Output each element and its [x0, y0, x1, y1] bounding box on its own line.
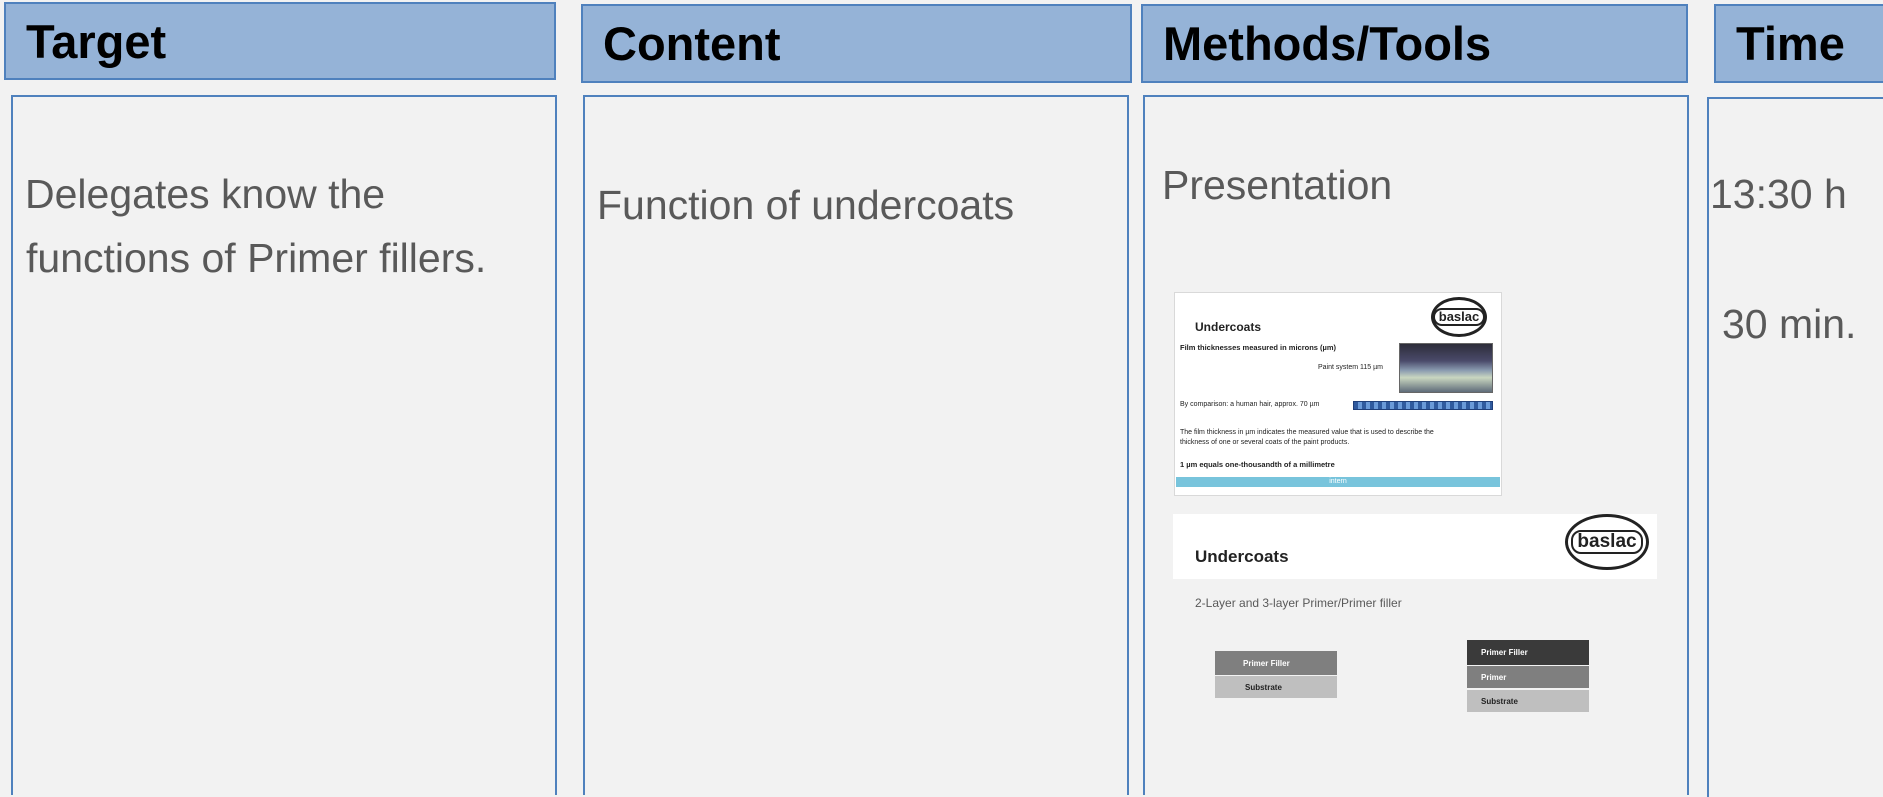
slide1-title: Undercoats	[1195, 320, 1262, 334]
human-hair-image	[1353, 401, 1493, 410]
header-content: Content	[581, 4, 1132, 83]
slide-thumbnail-film-thickness: Undercoats baslac Film thicknesses measu…	[1174, 292, 1502, 496]
layer-primer-filler: Primer Filler	[1215, 651, 1337, 675]
slide1-line-5: thickness of one or several coats of the…	[1180, 439, 1350, 446]
header-time: Time	[1714, 4, 1883, 83]
layer-substrate: Substrate	[1467, 690, 1589, 712]
time-start: 13:30 h	[1710, 171, 1847, 217]
content-text: Function of undercoats	[597, 182, 1015, 228]
header-methods-label: Methods/Tools	[1163, 17, 1492, 70]
layer-primer: Primer	[1467, 666, 1589, 688]
slide1-footer: intern	[1176, 477, 1500, 487]
header-time-label: Time	[1736, 17, 1845, 70]
baslac-logo-icon: baslac	[1431, 297, 1487, 337]
slide1-line-3: By comparison: a human hair, approx. 70 …	[1180, 401, 1320, 408]
layer-substrate: Substrate	[1215, 676, 1337, 698]
slide1-line-2: Paint system 115 µm	[1318, 364, 1383, 371]
header-methods: Methods/Tools	[1141, 4, 1688, 83]
time-duration: 30 min.	[1722, 301, 1857, 347]
slide1-line-4: The film thickness in µm indicates the m…	[1180, 429, 1434, 436]
slide1-line-1: Film thicknesses measured in microns (µm…	[1180, 343, 1337, 352]
slide2-subtitle: 2-Layer and 3-layer Primer/Primer filler	[1195, 596, 1402, 610]
slide2-title: Undercoats	[1195, 547, 1289, 566]
header-target: Target	[4, 2, 556, 80]
baslac-logo-icon: baslac	[1565, 514, 1649, 570]
target-line-2: functions of Primer fillers.	[26, 235, 487, 281]
header-target-label: Target	[26, 14, 167, 68]
target-line-1: Delegates know the	[25, 171, 386, 217]
slide-thumbnail-primer-layers: Undercoats baslac 2-Layer and 3-layer Pr…	[1173, 514, 1657, 732]
slide1-line-6: 1 µm equals one-thousandth of a millimet…	[1180, 460, 1335, 469]
header-content-label: Content	[603, 17, 781, 70]
paint-cross-section-image	[1399, 343, 1493, 393]
layer-primer-filler: Primer Filler	[1467, 640, 1589, 665]
methods-text: Presentation	[1162, 162, 1393, 208]
